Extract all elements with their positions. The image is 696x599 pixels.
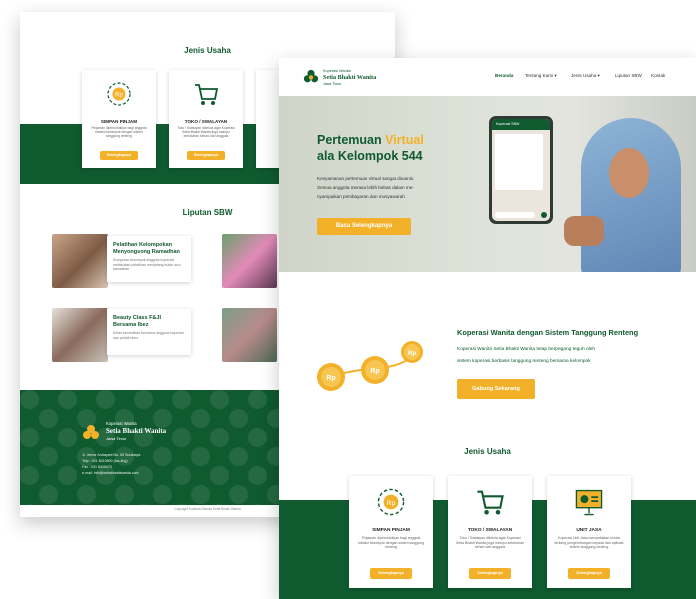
front-card-jasa: UNIT JASA Koperasi Unit Jasa menyediakan… xyxy=(547,476,631,588)
card-desc: Koperasi Unit Jasa menyediakan modal ten… xyxy=(554,536,624,550)
clover-logo-icon xyxy=(83,425,99,439)
chat-input-bar xyxy=(495,212,535,218)
card-more-button[interactable]: Selengkapnya xyxy=(469,568,511,579)
news-card-1[interactable]: Pelatihan Kelompokan Menyongsong Ramadha… xyxy=(107,236,191,282)
coin-label: Rp xyxy=(326,375,335,382)
card-desc: Pinjaman diperuntukkan bagi anggota mela… xyxy=(357,536,425,550)
shopping-cart-icon xyxy=(195,84,219,105)
coins-illustration-icon: Rp Rp Rp xyxy=(317,341,423,391)
card-desc: Pinjaman diperuntukkan bagi anggota mela… xyxy=(91,126,147,139)
hero-read-more-button[interactable]: Baca Selengkapnya xyxy=(317,218,411,235)
hero-title: Pertemuan Virtual ala Kelompok 544 xyxy=(317,132,424,164)
money-cycle-icon: Rp xyxy=(377,488,405,516)
shopping-cart-icon xyxy=(477,490,504,515)
nav-kontak[interactable]: Kontak xyxy=(651,73,665,78)
coin-label: Rp xyxy=(370,368,379,375)
chat-bubble xyxy=(495,134,543,190)
news-thumb-4 xyxy=(222,308,277,362)
intro-desc-1: Koperasi Wanita Setia Bhakti Wanita teta… xyxy=(457,347,596,352)
money-cycle-icon: Rp xyxy=(107,82,131,106)
nav-tentang-kami[interactable]: Tentang Kami ▾ xyxy=(525,73,557,79)
card-more-button[interactable]: Selengkapnya xyxy=(187,151,225,160)
hero-title-part: Pertemuan xyxy=(317,133,386,147)
front-page-preview: Koperasi Wanita Setia Bhakti Wanita Jawa… xyxy=(279,58,696,599)
news-thumb-3 xyxy=(52,308,108,362)
face-shape xyxy=(609,148,649,198)
footer-fax: Fax : 031 8410470 xyxy=(82,465,112,469)
footer-brand-big: Setia Bhakti Wanita xyxy=(106,427,167,435)
card-desc: Toko / Swalayan dikelola agar Koperasi S… xyxy=(177,126,235,139)
nav-beranda[interactable]: Beranda xyxy=(495,73,513,78)
hero-desc-3: nyampaikan pembayaran dan musyawarah xyxy=(317,194,405,199)
card-more-button[interactable]: Selengkapnya xyxy=(568,568,610,579)
news-title[interactable]: Beauty Class F&JI Bersama Ibez xyxy=(113,315,185,329)
hero-title-highlight: Virtual xyxy=(385,133,424,147)
back-card-simpan: Rp SIMPAN PINJAM Pinjaman diperuntukkan … xyxy=(82,70,156,168)
back-card-toko: TOKO / SWALAYAN Toko / Swalayan dikelola… xyxy=(169,70,243,168)
footer-phone: Telp : 031 8410800 (fax-ling) xyxy=(82,459,128,463)
join-now-button[interactable]: Gabung Sekarang xyxy=(457,379,535,399)
chat-header: Koperasi SBW xyxy=(492,119,550,130)
top-navbar: Koperasi Wanita Setia Bhakti Wanita Jawa… xyxy=(279,58,696,96)
logo-small-text: Koperasi Wanita xyxy=(323,69,351,73)
nav-liputan-sbw[interactable]: Liputan SBW xyxy=(615,73,642,78)
phone-mockup: Koperasi SBW xyxy=(489,116,553,224)
footer-brand-sub: Jawa Timur xyxy=(106,436,127,441)
hero-banner: Pertemuan Virtual ala Kelompok 544 Kenya… xyxy=(279,96,696,272)
card-more-button[interactable]: Selengkapnya xyxy=(100,151,138,160)
svg-text:Rp: Rp xyxy=(387,500,396,507)
svg-text:Rp: Rp xyxy=(115,93,123,99)
card-desc: Toko / Swalayan dikelola agar Koperasi S… xyxy=(456,536,524,550)
clover-logo-icon[interactable] xyxy=(303,69,319,85)
news-title[interactable]: Pelatihan Kelompokan Menyongsong Ramadha… xyxy=(113,242,185,256)
news-thumb-1 xyxy=(52,234,108,288)
logo-big-text[interactable]: Setia Bhakti Wanita xyxy=(323,74,376,81)
hero-desc-2: Semua anggota merasa lebih bebas dalam m… xyxy=(317,185,414,190)
news-desc: Kumpulan kelompok anggota koperasi melak… xyxy=(113,258,181,272)
logo-sub-text: Jawa Timur xyxy=(323,82,342,86)
footer-address: Jl. Jemur Andayani No. 55 Surabaya xyxy=(82,453,141,457)
hand-phone-shape xyxy=(564,216,604,246)
front-card-toko: TOKO / SWALAYAN Toko / Swalayan dikelola… xyxy=(448,476,532,588)
nav-jenis-usaha[interactable]: Jenis Usaha ▾ xyxy=(571,73,600,79)
news-thumb-2 xyxy=(222,234,277,288)
back-jenis-title: Jenis Usaha xyxy=(184,46,231,55)
hero-photo xyxy=(559,96,696,272)
news-desc: Kelas kecantikan bersama anggota koperas… xyxy=(113,331,184,340)
front-jenis-title: Jenis Usaha xyxy=(464,447,511,456)
news-card-2[interactable]: Beauty Class F&JI Bersama Ibez Kelas kec… xyxy=(107,309,191,355)
hero-title-line2: ala Kelompok 544 xyxy=(317,149,423,163)
presentation-board-icon xyxy=(575,489,603,516)
hero-desc-1: Kenyamanan pertemuan virtual sangat dina… xyxy=(317,176,415,181)
chat-send-icon xyxy=(541,212,547,218)
footer-email[interactable]: e-mail: info@setiabhaktiwanita.com xyxy=(82,471,139,475)
card-more-button[interactable]: Selengkapnya xyxy=(370,568,412,579)
intro-desc-2: sistem koperasi berbasis tanggung renten… xyxy=(457,359,591,364)
footer-brand-small: Koperasi Wanita xyxy=(106,421,137,426)
front-card-simpan: Rp SIMPAN PINJAM Pinjaman diperuntukkan … xyxy=(349,476,433,588)
phone-screen: Koperasi SBW xyxy=(492,119,550,221)
intro-coins: Rp Rp Rp xyxy=(309,340,429,400)
intro-title: Koperasi Wanita dengan Sistem Tanggung R… xyxy=(457,328,639,337)
coin-label: Rp xyxy=(408,351,416,357)
